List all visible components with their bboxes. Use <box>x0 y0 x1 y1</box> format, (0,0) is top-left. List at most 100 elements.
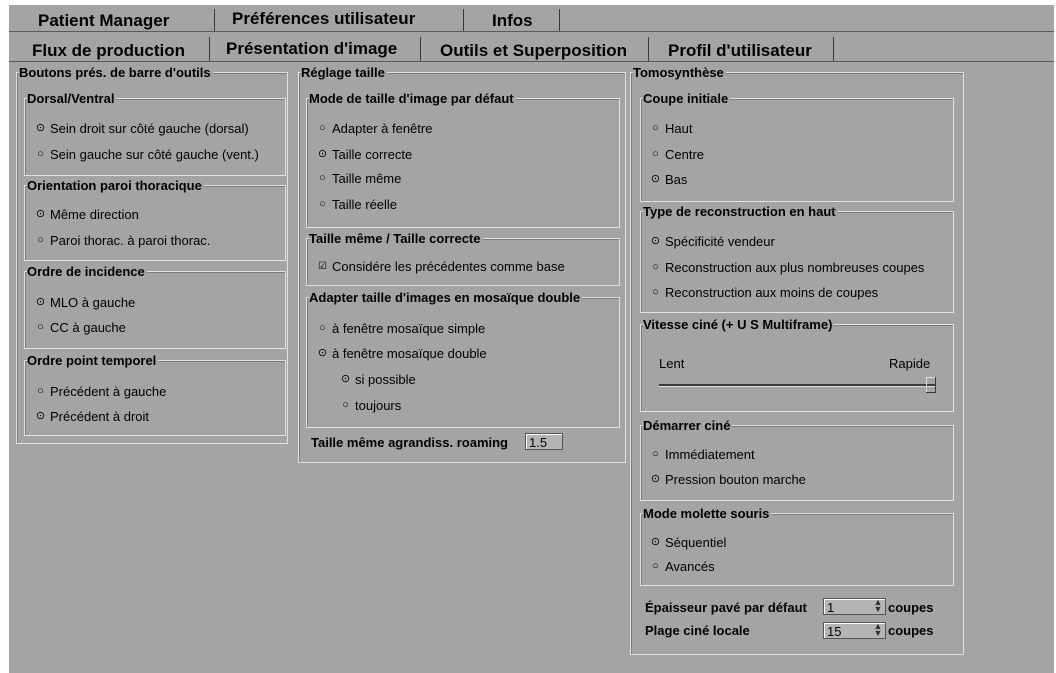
incidence-order-group: Ordre de incidence <box>24 264 286 349</box>
radio-option[interactable]: ○ Haut <box>650 121 692 136</box>
cine-range-stepper[interactable]: 15 ▲ ▼ <box>823 622 886 639</box>
radio-option[interactable]: ○ Centre <box>650 147 704 162</box>
radio-option[interactable]: ⊙ Pression bouton marche <box>650 472 806 487</box>
radio-option[interactable]: ○ Taille réelle <box>317 197 397 212</box>
group-title: Type de reconstruction en haut <box>643 204 838 219</box>
radio-unselected-icon: ○ <box>652 122 659 134</box>
tab-separator <box>833 37 834 61</box>
group-title: Dorsal/Ventral <box>27 91 117 106</box>
radio-option[interactable]: ○ Taille même <box>317 171 401 186</box>
group-title: Réglage taille <box>301 65 387 80</box>
tab-infos[interactable]: Infos <box>492 11 533 31</box>
radio-selected-icon: ⊙ <box>35 122 46 134</box>
radio-option[interactable]: ○ toujours <box>340 398 401 413</box>
roaming-size-input[interactable]: 1.5 <box>525 433 563 450</box>
tab-patient-manager[interactable]: Patient Manager <box>38 11 169 31</box>
radio-option[interactable]: ○ Sein gauche sur côté gauche (vent.) <box>35 147 259 162</box>
radio-selected-icon: ⊙ <box>317 347 328 359</box>
radio-selected-icon: ⊙ <box>650 173 661 185</box>
tab-separator <box>209 37 210 61</box>
tab-separator <box>559 9 560 31</box>
radio-option[interactable]: ⊙ Bas <box>650 172 688 187</box>
group-title: Tomosynthèse <box>633 65 726 80</box>
radio-option[interactable]: ○ Avancés <box>650 559 714 574</box>
radio-option[interactable]: ○ à fenêtre mosaïque simple <box>317 321 485 336</box>
checkbox-checked-icon: ☑ <box>318 261 327 272</box>
fast-label: Rapide <box>889 356 931 371</box>
previous-as-base-checkbox[interactable]: ☑ Considére les précédentes comme base <box>317 259 565 274</box>
radio-selected-icon: ⊙ <box>35 208 46 220</box>
radio-option[interactable]: ○ Précédent à gauche <box>35 384 166 399</box>
tab-separator <box>214 9 215 31</box>
radio-option[interactable]: ⊙ Sein droit sur côté gauche (dorsal) <box>35 121 249 136</box>
group-title: Taille même / Taille correcte <box>309 231 483 246</box>
group-title: Ordre point temporel <box>27 353 159 368</box>
group-title: Démarrer ciné <box>643 418 733 433</box>
group-title: Ordre de incidence <box>27 264 147 279</box>
radio-selected-icon: ⊙ <box>650 235 661 247</box>
tab-image-presentation[interactable]: Présentation d'image <box>222 39 402 59</box>
radio-selected-icon: ⊙ <box>340 373 351 385</box>
radio-selected-icon: ⊙ <box>650 473 661 485</box>
radio-option[interactable]: ○ Paroi thorac. à paroi thorac. <box>35 233 210 248</box>
group-title: Orientation paroi thoracique <box>27 178 204 193</box>
tab-separator <box>463 9 464 31</box>
radio-option[interactable]: ○ Reconstruction aux plus nombreuses coup… <box>650 260 924 275</box>
tab-user-profile[interactable]: Profil d'utilisateur <box>668 41 812 61</box>
cine-speed-slider-track[interactable] <box>659 384 935 387</box>
radio-option[interactable]: ⊙ Taille correcte <box>317 147 412 162</box>
radio-unselected-icon: ○ <box>652 560 659 572</box>
cine-speed-slider-handle[interactable] <box>926 377 936 393</box>
radio-unselected-icon: ○ <box>652 261 659 273</box>
slab-unit-label: coupes <box>888 600 934 615</box>
radio-option[interactable]: ○ CC à gauche <box>35 320 126 335</box>
radio-selected-icon: ⊙ <box>317 148 328 160</box>
cine-start-group: Démarrer ciné <box>640 418 954 501</box>
group-title: Adapter taille d'images en mosaïque doub… <box>309 290 583 305</box>
tab-separator <box>420 37 421 61</box>
radio-unselected-icon: ○ <box>319 198 326 210</box>
radio-unselected-icon: ○ <box>37 385 44 397</box>
radio-unselected-icon: ○ <box>319 122 326 134</box>
tab-row-divider <box>9 31 1054 32</box>
radio-selected-icon: ⊙ <box>35 410 46 422</box>
radio-option[interactable]: ⊙ Même direction <box>35 207 139 222</box>
cine-range-label: Plage ciné locale <box>645 623 750 638</box>
cine-range-unit-label: coupes <box>888 623 934 638</box>
radio-option[interactable]: ⊙ à fenêtre mosaïque double <box>317 346 487 361</box>
radio-unselected-icon: ○ <box>342 399 349 411</box>
radio-selected-icon: ⊙ <box>35 296 46 308</box>
slow-label: Lent <box>659 356 685 371</box>
radio-option[interactable]: ⊙ Précédent à droit <box>35 409 149 424</box>
radio-option[interactable]: ○ Reconstruction aux moins de coupes <box>650 285 878 300</box>
radio-unselected-icon: ○ <box>37 321 44 333</box>
roaming-size-label: Taille même agrandiss. roaming <box>311 435 508 450</box>
radio-option[interactable]: ⊙ si possible <box>340 372 416 387</box>
group-title: Mode molette souris <box>643 506 772 521</box>
tab-workflow[interactable]: Flux de production <box>32 41 185 61</box>
group-title: Mode de taille d'image par défaut <box>309 91 516 106</box>
radio-option[interactable]: ⊙ Séquentiel <box>650 535 727 550</box>
spinner-arrows-icon[interactable]: ▲ ▼ <box>871 622 885 638</box>
radio-option[interactable]: ⊙ MLO à gauche <box>35 295 135 310</box>
tab-row-divider <box>9 61 1054 62</box>
radio-option[interactable]: ○ Adapter à fenêtre <box>317 121 432 136</box>
tab-separator <box>648 37 649 61</box>
slab-thickness-stepper[interactable]: 1 ▲ ▼ <box>823 598 886 615</box>
radio-unselected-icon: ○ <box>37 148 44 160</box>
radio-unselected-icon: ○ <box>37 234 44 246</box>
spinner-arrows-icon[interactable]: ▲ ▼ <box>871 598 885 614</box>
tab-tools-overlay[interactable]: Outils et Superposition <box>440 41 627 61</box>
group-title: Coupe initiale <box>643 91 731 106</box>
radio-option[interactable]: ⊙ Spécificité vendeur <box>650 234 775 249</box>
group-title: Vitesse ciné (+ U S Multiframe) <box>643 317 835 332</box>
radio-unselected-icon: ○ <box>319 322 326 334</box>
radio-unselected-icon: ○ <box>319 172 326 184</box>
tab-user-preferences[interactable]: Préférences utilisateur <box>228 9 420 29</box>
dorsal-ventral-group: Dorsal/Ventral <box>24 91 286 176</box>
chest-wall-orientation-group: Orientation paroi thoracique <box>24 178 286 261</box>
radio-unselected-icon: ○ <box>652 448 659 460</box>
radio-unselected-icon: ○ <box>652 286 659 298</box>
slab-thickness-label: Épaisseur pavé par défaut <box>645 600 807 615</box>
radio-option[interactable]: ○ Immédiatement <box>650 447 754 462</box>
